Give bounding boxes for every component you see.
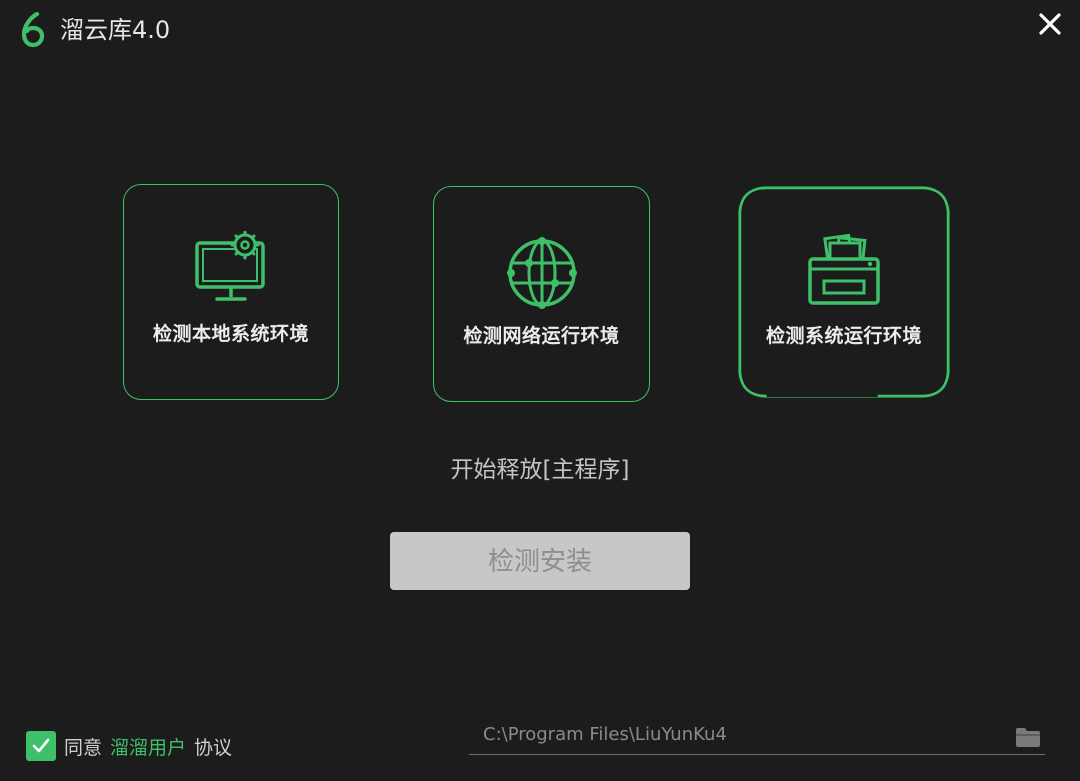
title-bar: 溜云库4.0	[0, 0, 1080, 62]
install-path-field	[469, 716, 1045, 755]
app-title: 溜云库4.0	[60, 16, 171, 44]
checkmark-icon	[32, 738, 50, 753]
check-local-system-label: 检测本地系统环境	[152, 323, 309, 345]
agreement-link[interactable]: 溜溜用户	[110, 733, 186, 760]
install-button[interactable]: 检测安装	[390, 532, 690, 590]
check-network-card[interactable]: 检测网络运行环境	[433, 186, 650, 402]
check-network-label: 检测网络运行环境	[463, 325, 620, 347]
check-system-runtime-card[interactable]: 检测系统运行环境	[738, 186, 950, 398]
check-system-runtime-label: 检测系统运行环境	[765, 325, 922, 347]
folder-icon[interactable]	[1015, 726, 1041, 748]
agreement-suffix: 协议	[194, 736, 233, 759]
status-text: 开始释放[主程序]	[450, 457, 630, 483]
check-local-system-card[interactable]: 检测本地系统环境	[123, 184, 339, 400]
agreement-row: 同意 溜溜用户 协议	[26, 730, 232, 762]
globe-network-icon	[506, 237, 577, 309]
agreement-checkbox[interactable]	[26, 731, 56, 761]
app-logo-icon	[21, 12, 45, 48]
close-icon[interactable]	[1034, 8, 1066, 40]
installer-window: 溜云库4.0 检测本地系统环境 检测网络运行环境 检测系统运行环境 开始释放[主…	[0, 0, 1080, 781]
agreement-prefix: 同意	[64, 736, 103, 759]
printer-documents-icon	[808, 233, 880, 305]
monitor-gear-icon	[195, 231, 265, 301]
install-path-input[interactable]	[481, 718, 1005, 750]
